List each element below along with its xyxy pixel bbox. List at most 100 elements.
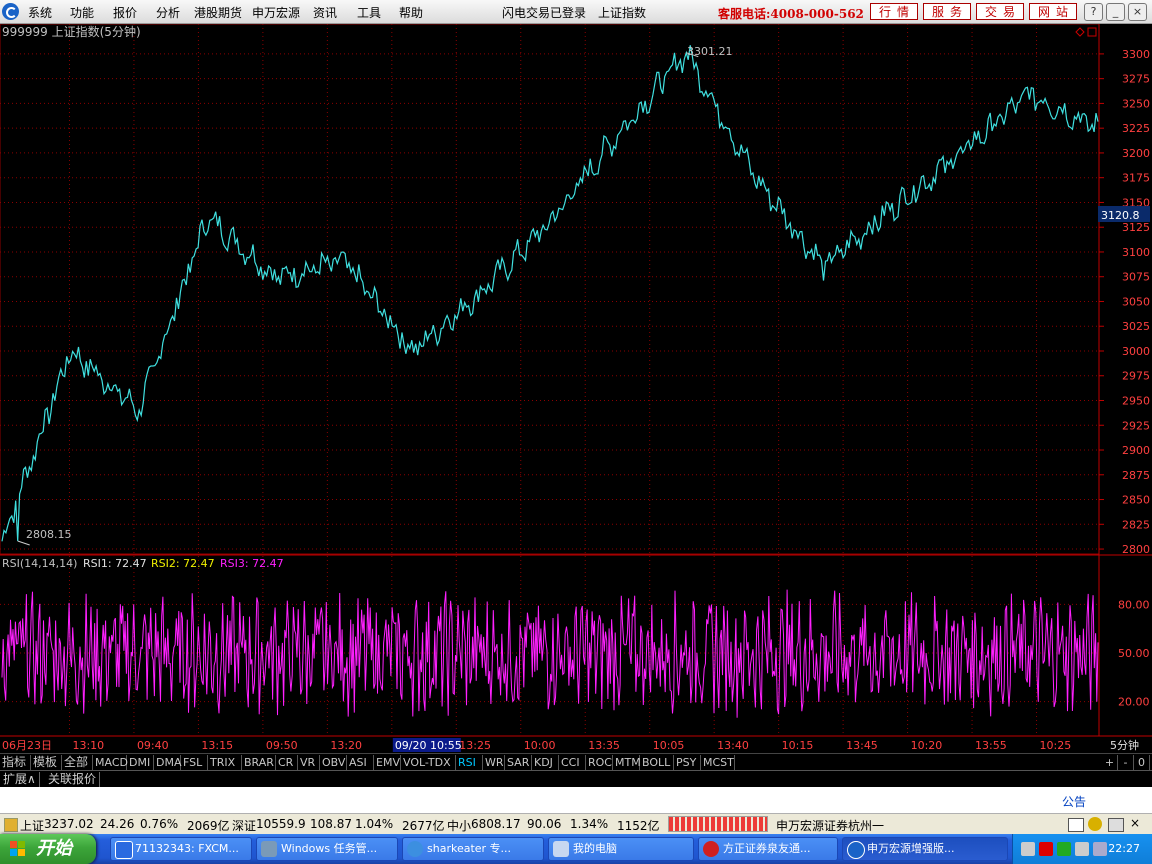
tab-control-remove[interactable]: - [1118,755,1134,770]
indicator-tab-全部[interactable]: 全部 [62,755,93,770]
indicator-tab-vr[interactable]: VR [298,755,320,770]
rsi-tick-label: 50.00 [1118,647,1150,660]
notice-link[interactable]: 公告 [1062,793,1086,810]
help-icon[interactable]: ? [1084,3,1103,21]
price-tick-label: 2850 [1122,494,1150,507]
indicator-tab-sar[interactable]: SAR [505,755,532,770]
sh-amount: 2069亿 [187,819,230,833]
related-quote-tab[interactable]: 关联报价 [45,772,101,787]
rsi-series [1,589,1099,718]
indicator-tab-dmi[interactable]: DMI [127,755,154,770]
menu-news[interactable]: 资讯 [313,4,337,21]
start-button[interactable]: 开始 [0,834,96,864]
service-button-market[interactable]: 行情 [870,3,918,20]
task-task-manager[interactable]: Windows 任务管... [256,837,398,861]
service-button-website[interactable]: 网站 [1029,3,1077,20]
indicator-tab-模板[interactable]: 模板 [31,755,62,770]
sz-name: 深证 [232,819,257,833]
sz-amount: 2677亿 [402,819,445,833]
indicator-tab-vol-tdx[interactable]: VOL-TDX [401,755,456,770]
indicator-tab-kdj[interactable]: KDJ [532,755,559,770]
indicator-tab-emv[interactable]: EMV [374,755,401,770]
time-label: 10:25 [1040,739,1072,752]
period-label[interactable]: 5分钟 [1110,738,1139,752]
task-founder[interactable]: 方正证券泉友通... [698,837,838,861]
app-logo-icon[interactable] [2,3,19,20]
price-series [1,45,1099,546]
chart-grid [0,24,1152,737]
menu-help[interactable]: 帮助 [399,4,423,21]
ime-icon[interactable] [1039,842,1053,856]
menu-quote[interactable]: 报价 [113,4,137,21]
service-button-trade[interactable]: 交易 [976,3,1024,20]
tab-control-reset[interactable]: 0 [1134,755,1150,770]
status-close-icon[interactable]: × [1130,816,1140,830]
price-tick-label: 3225 [1122,122,1150,135]
service-button-service[interactable]: 服务 [923,3,971,20]
price-tick-label: 2975 [1122,370,1150,383]
menu-analysis[interactable]: 分析 [156,4,180,21]
zx-price: 6808.17 [471,817,521,831]
menu-function[interactable]: 功能 [70,4,94,21]
price-tick-label: 2925 [1122,419,1150,432]
menu-tools[interactable]: 工具 [357,4,381,21]
indicator-tabs: 指标 模板 全部 MACD DMI DMA FSL TRIX BRAR CR VR OBV ASI EMV… [0,753,1152,771]
current-price-label: 3120.8 [1101,209,1140,222]
indicator-tab-obv[interactable]: OBV [320,755,347,770]
indicator-tab-boll[interactable]: BOLL [640,755,674,770]
window-icon[interactable] [1068,818,1084,832]
indicator-tab-trix[interactable]: TRIX [208,755,242,770]
sub-tab-bar: 扩展∧ 关联报价 [0,770,1152,788]
price-tick-label: 3300 [1122,48,1150,61]
task-sharkeater[interactable]: sharkeater 专... [402,837,544,861]
time-label: 13:55 [975,739,1007,752]
time-label: 13:10 [72,739,104,752]
sz-pct: 1.04% [355,817,394,831]
indicator-tab-dma[interactable]: DMA [154,755,182,770]
signal-icon[interactable] [1088,817,1102,831]
indicator-tab-mcst[interactable]: MCST [701,755,735,770]
indicator-tab-cr[interactable]: CR [276,755,298,770]
start-label: 开始 [36,838,72,859]
menu-system[interactable]: 系统 [28,4,52,21]
indicator-tab-wr[interactable]: WR [483,755,505,770]
network-icon[interactable] [1057,842,1071,856]
price-tick-label: 3200 [1122,147,1150,160]
keyboard-icon[interactable] [1021,842,1035,856]
menu-swhy[interactable]: 申万宏源 [252,4,300,21]
indicator-tab-cci[interactable]: CCI [559,755,586,770]
minimize-icon[interactable]: _ [1106,3,1125,21]
indicator-tab-rsi[interactable]: RSI [456,755,483,770]
price-tick-label: 3075 [1122,271,1150,284]
price-line [1,45,1099,542]
menu-hk-futures[interactable]: 港股期货 [194,4,242,21]
indicator-tab-roc[interactable]: ROC [586,755,613,770]
task-my-computer[interactable]: 我的电脑 [548,837,694,861]
indicator-tab-psy[interactable]: PSY [674,755,701,770]
time-label: 13:45 [846,739,878,752]
volume-icon[interactable] [1093,842,1107,856]
rsi-legend-rsi3: RSI3: 72.47 [220,557,284,570]
indicator-tab-macd[interactable]: MACD [93,755,128,770]
indicator-tab-fsl[interactable]: FSL [181,755,208,770]
rsi-tick-label: 20.00 [1118,696,1150,709]
indicator-tab-mtm[interactable]: MTM [613,755,641,770]
indicator-tab-指标[interactable]: 指标 [0,755,31,770]
chart-corner-icons[interactable] [1075,27,1097,37]
close-icon[interactable]: × [1128,3,1147,21]
expand-tab[interactable]: 扩展∧ [0,772,40,787]
login-status[interactable]: 闪电交易已登录 [502,4,586,21]
task-swhy[interactable]: 申万宏源增强版... [842,837,1008,861]
kline-chart[interactable]: 2800 2825 2850 2875 2900 2925 2950 2975 3000 3025… [0,24,1152,753]
lock-icon[interactable] [1108,818,1124,832]
indicator-tab-brar[interactable]: BRAR [242,755,276,770]
task-fxcm[interactable]: 71132343: FXCM... [110,837,252,861]
tool-icon[interactable] [1075,842,1089,856]
tab-control-add[interactable]: + [1102,755,1118,770]
indicator-tab-asi[interactable]: ASI [347,755,374,770]
time-label: 13:25 [459,739,491,752]
price-tick-label: 3025 [1122,320,1150,333]
price-tick-label: 3100 [1122,246,1150,259]
status-icon[interactable] [4,818,18,832]
sz-price: 10559.9 [256,817,306,831]
